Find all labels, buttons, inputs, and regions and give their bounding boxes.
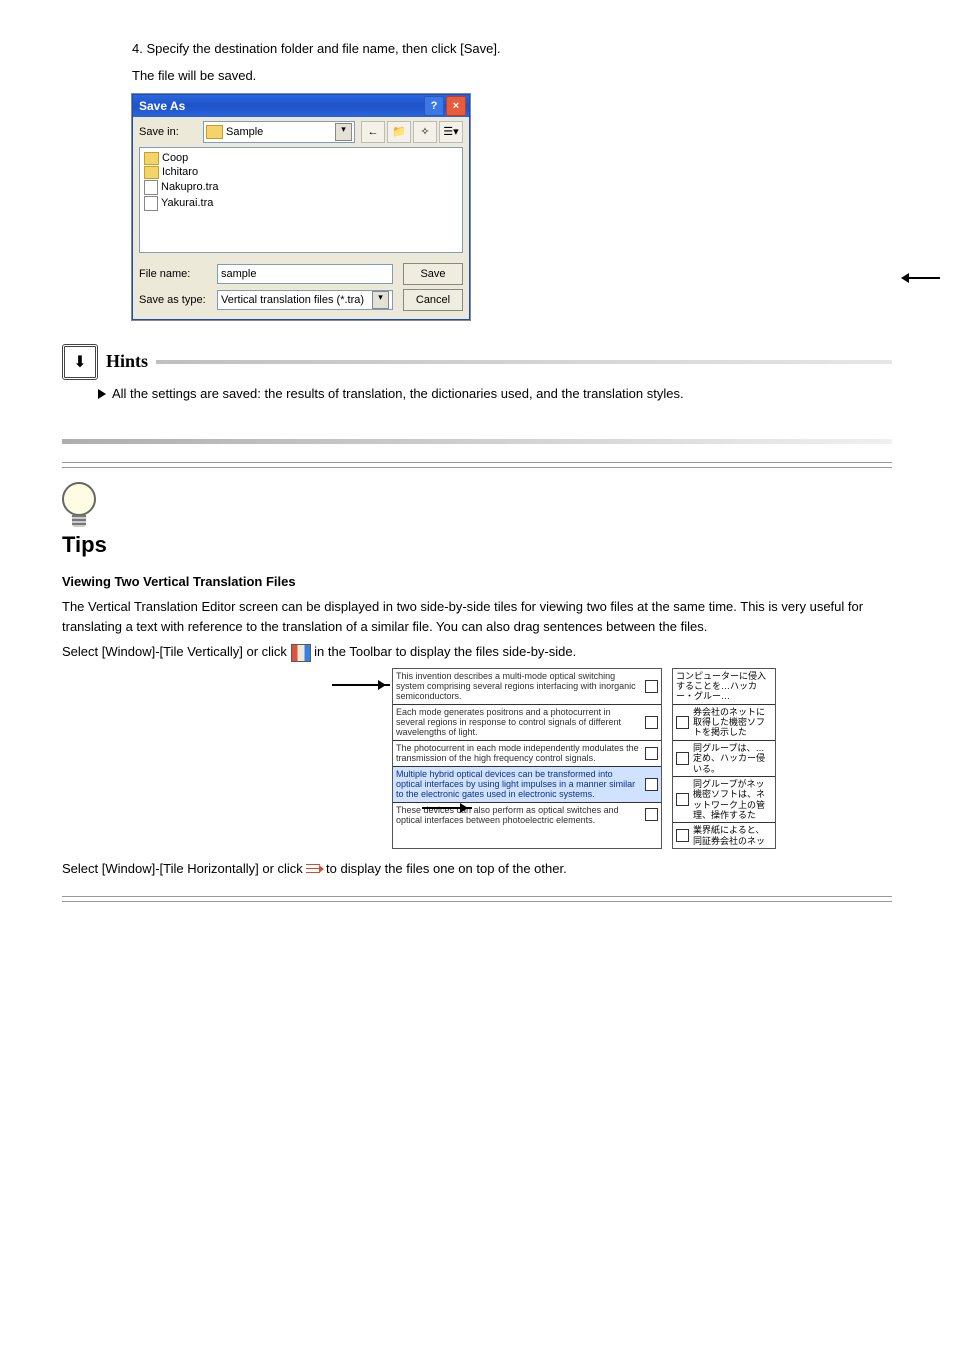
cell-text: 同グループがネッ機密ソフトは、ネットワーク上の管理、操作するた bbox=[693, 779, 772, 820]
checkbox-icon[interactable] bbox=[645, 680, 658, 693]
close-icon[interactable]: × bbox=[446, 96, 466, 116]
cell-text: 同グループは、…定め、ハッカー侵いる。 bbox=[693, 743, 772, 774]
file-name: Yakurai.tra bbox=[161, 197, 213, 209]
pointer-arrow-icon bbox=[332, 684, 390, 686]
hints-label: Hints bbox=[106, 351, 148, 372]
tips-paragraph: The Vertical Translation Editor screen c… bbox=[62, 597, 892, 636]
tile-vertically-icon bbox=[291, 644, 311, 662]
cell-text: Multiple hybrid optical devices can be t… bbox=[396, 769, 641, 800]
tips-text: Select [Window]-[Tile Horizontally] or c… bbox=[62, 861, 306, 876]
tips-text: in the Toolbar to display the files side… bbox=[314, 644, 576, 659]
two-pane-figure: This invention describes a multi-mode op… bbox=[392, 668, 892, 849]
checkbox-icon[interactable] bbox=[645, 716, 658, 729]
cancel-button[interactable]: Cancel bbox=[403, 289, 463, 311]
checkbox-icon[interactable] bbox=[676, 793, 689, 806]
tips-text: to display the files one on top of the o… bbox=[326, 861, 567, 876]
save-in-dropdown[interactable]: Sample ▾ bbox=[203, 121, 355, 143]
save-type-value: Vertical translation files (*.tra) bbox=[221, 294, 364, 306]
list-item[interactable]: Coop bbox=[144, 152, 458, 165]
hints-body: All the settings are saved: the results … bbox=[98, 386, 892, 401]
divider bbox=[62, 896, 892, 902]
help-icon[interactable]: ? bbox=[424, 96, 444, 116]
table-row[interactable]: 同グループがネッ機密ソフトは、ネットワーク上の管理、操作するた bbox=[673, 777, 775, 823]
divider bbox=[62, 439, 892, 444]
folder-icon bbox=[144, 152, 159, 165]
table-row[interactable]: The photocurrent in each mode independen… bbox=[393, 741, 661, 767]
table-row[interactable]: Multiple hybrid optical devices can be t… bbox=[393, 767, 661, 803]
table-row[interactable]: 券会社のネットに取得した機密ソフトを掲示した bbox=[673, 705, 775, 741]
list-item[interactable]: Nakupro.tra bbox=[144, 180, 458, 195]
up-folder-icon[interactable]: 📁 bbox=[387, 121, 411, 143]
save-type-label: Save as type: bbox=[139, 294, 211, 306]
table-row[interactable]: Each mode generates positrons and a phot… bbox=[393, 705, 661, 741]
views-icon[interactable]: ☰▾ bbox=[439, 121, 463, 143]
bullet-icon bbox=[98, 389, 106, 399]
file-name: Coop bbox=[162, 152, 188, 164]
list-item[interactable]: Ichitaro bbox=[144, 166, 458, 179]
cell-text: 業界紙によると、同証券会社のネッ bbox=[693, 825, 772, 846]
chevron-down-icon[interactable]: ▾ bbox=[372, 291, 389, 309]
divider bbox=[62, 462, 892, 468]
cell-text: Each mode generates positrons and a phot… bbox=[396, 707, 641, 738]
table-row[interactable]: This invention describes a multi-mode op… bbox=[393, 669, 661, 705]
tips-header bbox=[62, 482, 892, 532]
checkbox-icon[interactable] bbox=[645, 808, 658, 821]
tips-text: Select [Window]-[Tile Vertically] or cli… bbox=[62, 644, 291, 659]
checkbox-icon[interactable] bbox=[645, 778, 658, 791]
tips-heading: Viewing Two Vertical Translation Files bbox=[62, 572, 892, 592]
cell-text: 券会社のネットに取得した機密ソフトを掲示した bbox=[693, 707, 772, 738]
save-as-dialog-figure: Save As ? × Save in: Sample ▾ ← 📁 ✧ ☰▾ bbox=[132, 94, 892, 320]
back-icon[interactable]: ← bbox=[361, 121, 385, 143]
cell-text: The photocurrent in each mode independen… bbox=[396, 743, 641, 764]
hints-text: All the settings are saved: the results … bbox=[112, 386, 684, 401]
step-result: The file will be saved. bbox=[132, 67, 892, 86]
tips-label: Tips bbox=[62, 532, 892, 558]
right-pane: コンピューターに侵入することを…ハッカー・グルー… 券会社のネットに取得した機密… bbox=[672, 668, 776, 849]
file-name-value: sample bbox=[221, 268, 256, 280]
cell-text: This invention describes a multi-mode op… bbox=[396, 671, 641, 702]
folder-icon bbox=[206, 125, 223, 139]
file-name: Nakupro.tra bbox=[161, 181, 218, 193]
tips-paragraph: Select [Window]-[Tile Horizontally] or c… bbox=[62, 859, 892, 879]
chevron-down-icon[interactable]: ▾ bbox=[335, 123, 352, 141]
checkbox-icon[interactable] bbox=[676, 752, 689, 765]
pointer-arrow-icon bbox=[904, 277, 940, 279]
checkbox-icon[interactable] bbox=[676, 716, 689, 729]
lightbulb-icon bbox=[62, 482, 96, 532]
pointer-arrow-icon bbox=[422, 807, 472, 809]
left-pane: This invention describes a multi-mode op… bbox=[392, 668, 662, 849]
table-row[interactable]: 同グループは、…定め、ハッカー侵いる。 bbox=[673, 741, 775, 777]
file-name-input[interactable]: sample bbox=[217, 264, 393, 284]
list-item[interactable]: Yakurai.tra bbox=[144, 196, 458, 211]
step-text: 4. Specify the destination folder and fi… bbox=[132, 40, 892, 59]
table-row[interactable]: コンピューターに侵入することを…ハッカー・グルー… bbox=[673, 669, 775, 705]
tips-paragraph: Select [Window]-[Tile Vertically] or cli… bbox=[62, 642, 892, 662]
save-in-value: Sample bbox=[226, 126, 263, 138]
dialog-titlebar: Save As ? × bbox=[133, 95, 469, 117]
divider bbox=[156, 360, 892, 364]
file-list[interactable]: Coop Ichitaro Nakupro.tra Yakurai.tra bbox=[139, 147, 463, 253]
save-in-label: Save in: bbox=[139, 126, 197, 138]
hints-icon: ⬇ bbox=[62, 344, 98, 380]
file-name-label: File name: bbox=[139, 268, 211, 280]
checkbox-icon[interactable] bbox=[676, 829, 689, 842]
cell-text: コンピューターに侵入することを…ハッカー・グルー… bbox=[676, 671, 772, 702]
save-button[interactable]: Save bbox=[403, 263, 463, 285]
file-name: Ichitaro bbox=[162, 166, 198, 178]
new-folder-icon[interactable]: ✧ bbox=[413, 121, 437, 143]
document-icon bbox=[144, 196, 158, 211]
tile-horizontally-icon bbox=[306, 862, 322, 876]
folder-icon bbox=[144, 166, 159, 179]
save-type-dropdown[interactable]: Vertical translation files (*.tra) ▾ bbox=[217, 290, 393, 310]
hints-header: ⬇ Hints bbox=[62, 344, 892, 380]
dialog-title: Save As bbox=[139, 99, 185, 113]
checkbox-icon[interactable] bbox=[645, 747, 658, 760]
document-icon bbox=[144, 180, 158, 195]
table-row[interactable]: 業界紙によると、同証券会社のネッ bbox=[673, 823, 775, 848]
